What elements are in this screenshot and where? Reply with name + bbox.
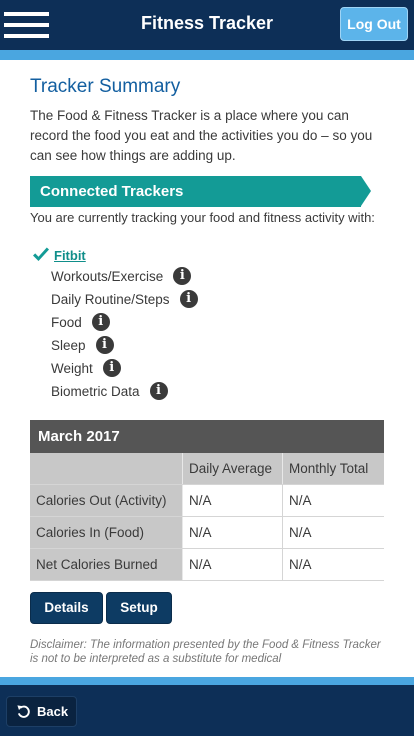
table-cell: N/A bbox=[289, 557, 312, 572]
table-cell: N/A bbox=[183, 517, 283, 548]
table-cell: N/A bbox=[289, 525, 312, 540]
table-cell: N/A bbox=[183, 485, 283, 516]
feature-item: Biometric Data i bbox=[51, 382, 168, 400]
calories-table: March 2017 Daily Average Monthly Total C… bbox=[30, 420, 384, 581]
back-label: Back bbox=[37, 704, 69, 719]
top-bar: Fitness Tracker Log Out bbox=[0, 0, 414, 50]
table-row: Calories In (Food) N/A N/A bbox=[30, 517, 384, 549]
row-label: Calories In (Food) bbox=[30, 517, 183, 548]
disclaimer-text: Disclaimer: The information presented by… bbox=[30, 639, 381, 665]
details-button[interactable]: Details bbox=[30, 592, 103, 624]
table-header-cell: Daily Average bbox=[183, 453, 283, 484]
bottom-bar: Back bbox=[0, 685, 414, 736]
row-label: Calories Out (Activity) bbox=[30, 485, 183, 516]
table-cell: N/A bbox=[183, 549, 283, 580]
feature-label: Food bbox=[51, 314, 82, 330]
connected-trackers-banner: Connected Trackers bbox=[30, 176, 361, 207]
fitbit-link[interactable]: Fitbit bbox=[54, 248, 86, 263]
intro-text: The Food & Fitness Tracker is a place wh… bbox=[30, 108, 373, 163]
hamburger-line bbox=[4, 34, 49, 38]
logout-button[interactable]: Log Out bbox=[340, 7, 408, 41]
main-content[interactable]: Tracker Summary The Food & Fitness Track… bbox=[30, 60, 386, 668]
back-arrow-icon bbox=[17, 705, 30, 718]
feature-item: Weight i bbox=[51, 359, 121, 377]
feature-item: Daily Routine/Steps i bbox=[51, 290, 198, 308]
back-button[interactable]: Back bbox=[6, 696, 77, 727]
top-accent-strip bbox=[0, 50, 414, 60]
feature-item: Food i bbox=[51, 313, 110, 331]
feature-item: Sleep i bbox=[51, 336, 114, 354]
checkmark-icon bbox=[33, 247, 49, 261]
feature-label: Daily Routine/Steps bbox=[51, 291, 170, 307]
feature-item: Workouts/Exercise i bbox=[51, 267, 192, 285]
info-icon[interactable]: i bbox=[179, 290, 198, 308]
page-title: Tracker Summary bbox=[30, 76, 181, 97]
setup-button[interactable]: Setup bbox=[106, 592, 172, 624]
info-icon[interactable]: i bbox=[149, 382, 168, 400]
table-header-cell: Monthly Total bbox=[283, 453, 384, 484]
tracking-text: You are currently tracking your food and… bbox=[30, 210, 375, 225]
banner-arrow bbox=[361, 176, 371, 206]
info-icon[interactable]: i bbox=[91, 313, 110, 331]
table-row: Net Calories Burned N/A N/A bbox=[30, 549, 384, 581]
feature-label: Weight bbox=[51, 360, 93, 376]
table-cell: N/A bbox=[289, 493, 312, 508]
feature-label: Biometric Data bbox=[51, 383, 140, 399]
table-header-cell bbox=[30, 453, 183, 484]
feature-label: Sleep bbox=[51, 337, 86, 353]
info-icon[interactable]: i bbox=[95, 336, 114, 354]
row-label: Net Calories Burned bbox=[30, 549, 183, 580]
feature-label: Workouts/Exercise bbox=[51, 268, 164, 284]
bottom-accent-strip bbox=[0, 677, 414, 685]
table-row: Calories Out (Activity) N/A N/A bbox=[30, 485, 384, 517]
info-icon[interactable]: i bbox=[102, 359, 121, 377]
table-period-header: March 2017 bbox=[30, 420, 384, 453]
table-header-row: Daily Average Monthly Total bbox=[30, 453, 384, 485]
info-icon[interactable]: i bbox=[173, 267, 192, 285]
